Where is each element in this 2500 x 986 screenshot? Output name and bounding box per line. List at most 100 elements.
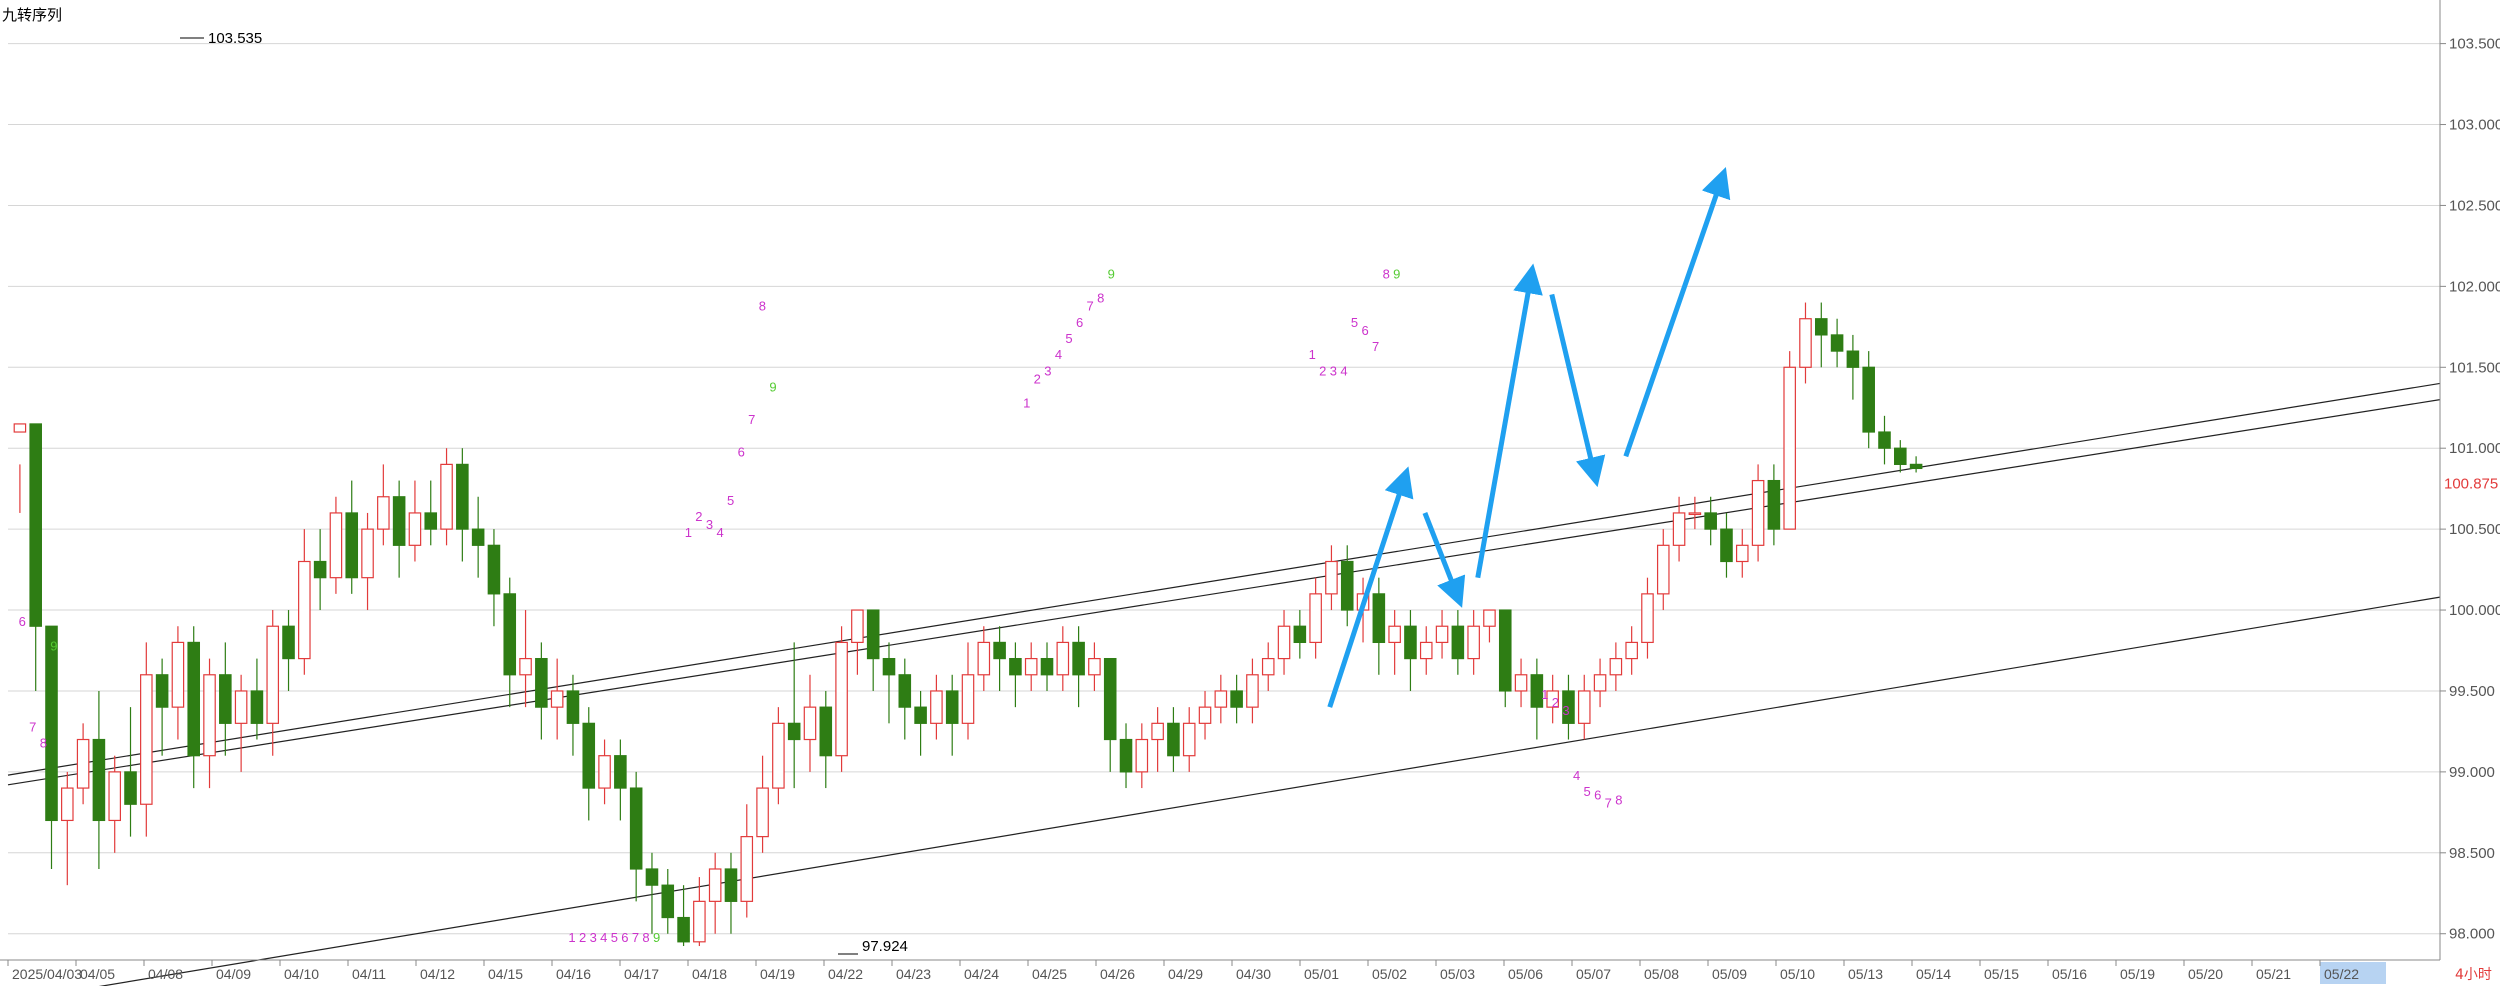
candle-body xyxy=(661,884,675,919)
candle-body xyxy=(819,706,833,757)
candle-body xyxy=(503,593,517,676)
candle-body xyxy=(1404,625,1417,660)
x-tick-label: 05/01 xyxy=(1304,966,1339,982)
candle-body xyxy=(787,722,801,741)
candle-body xyxy=(1720,528,1733,563)
x-tick-label: 04/05 xyxy=(80,966,115,982)
candle-body xyxy=(203,674,216,757)
x-tick-label: 04/25 xyxy=(1032,966,1067,982)
sequence-mark: 7 xyxy=(1087,299,1094,314)
x-tick-label: 05/14 xyxy=(1916,966,1951,982)
candle-body xyxy=(582,722,596,789)
x-tick-label: 04/11 xyxy=(352,966,386,982)
sequence-mark: 8 xyxy=(642,930,649,945)
x-tick-label: 04/26 xyxy=(1100,966,1135,982)
candle-body xyxy=(772,722,785,789)
candle-body xyxy=(1167,722,1180,757)
candle-body xyxy=(1435,625,1449,644)
candle xyxy=(1783,351,1796,530)
x-tick-label: 05/20 xyxy=(2188,966,2223,982)
candle-body xyxy=(440,463,453,530)
grid-lines xyxy=(0,0,2500,986)
sequence-mark: 6 xyxy=(1594,787,1601,802)
y-tick-label: 98.000 xyxy=(2449,926,2495,943)
sequence-mark: 8 xyxy=(759,299,766,314)
candle-body xyxy=(1815,318,1828,336)
candle-body xyxy=(487,544,501,595)
x-tick-label: 04/12 xyxy=(420,966,455,982)
sequence-mark: 7 xyxy=(29,719,36,734)
candle-body xyxy=(1419,641,1433,660)
y-tick-label: 102.500 xyxy=(2449,197,2500,214)
sequence-mark: 7 xyxy=(1605,795,1612,810)
x-tick-label: 04/16 xyxy=(556,966,591,982)
candlestick-chart[interactable]: 69781234567891 2 3 4 5 6 7 8 912345678912 3 45678 9… xyxy=(0,0,2500,986)
candle-body xyxy=(645,868,659,886)
sequence-mark: 2 xyxy=(1319,363,1326,378)
sequence-mark: 9 xyxy=(1108,266,1115,281)
candle-body xyxy=(234,690,248,724)
candle xyxy=(835,626,848,772)
candle-body xyxy=(13,423,27,433)
y-tick-label: 100.000 xyxy=(2449,602,2500,619)
candle-body xyxy=(361,528,374,579)
x-tick-label: 05/19 xyxy=(2120,966,2155,982)
y-tick-label: 103.000 xyxy=(2449,117,2500,134)
candle-body xyxy=(1483,609,1496,627)
candle-body xyxy=(108,771,121,822)
candle-body xyxy=(250,690,264,724)
candle-body xyxy=(1862,366,1875,433)
candle-body xyxy=(1293,625,1307,644)
sequence-mark: 4 xyxy=(1055,347,1062,362)
x-tick-label: 05/13 xyxy=(1848,966,1883,982)
y-tick-label: 98.500 xyxy=(2449,845,2495,862)
x-tick-label: 04/19 xyxy=(760,966,795,982)
candle-body xyxy=(566,690,580,724)
sequence-mark: 6 xyxy=(19,614,26,629)
x-tick-label: 05/06 xyxy=(1508,966,1543,982)
candle-body xyxy=(1909,463,1923,470)
candle-body xyxy=(1151,722,1164,741)
candle-body xyxy=(1009,657,1022,676)
candle-body xyxy=(1261,657,1275,676)
sequence-mark: 1 xyxy=(1541,687,1548,702)
x-tick-label: 05/15 xyxy=(1984,966,2019,982)
candle-body xyxy=(345,512,359,579)
candle-body xyxy=(1767,479,1781,530)
x-tick-label: 04/10 xyxy=(284,966,319,982)
x-tick-label: 05/10 xyxy=(1780,966,1815,982)
candle-body xyxy=(329,512,343,579)
current-price-label: 100.875 xyxy=(2444,475,2498,492)
sequence-mark: 6 xyxy=(1076,315,1083,330)
candle-body xyxy=(1103,657,1117,741)
plot-background xyxy=(0,0,2500,986)
sequence-mark: 8 xyxy=(1097,291,1104,306)
x-tick-label: 04/17 xyxy=(624,966,659,982)
sequence-mark: 6 xyxy=(738,444,745,459)
sequence-mark: 9 xyxy=(769,380,776,395)
sequence-mark: 5 xyxy=(1065,331,1072,346)
candle-body xyxy=(266,625,280,724)
candle-body xyxy=(1830,334,1844,352)
sequence-mark: 7 xyxy=(748,412,755,427)
sequence-mark: 1 xyxy=(685,525,692,540)
candle-body xyxy=(1641,593,1654,644)
x-tick-label: 04/22 xyxy=(828,966,863,982)
candle-body xyxy=(1894,447,1907,465)
sequence-mark: 2 xyxy=(1552,695,1559,710)
y-tick-label: 101.500 xyxy=(2449,359,2500,376)
candle-body xyxy=(124,771,137,805)
sequence-mark: 3 xyxy=(590,930,597,945)
candle-body xyxy=(898,674,912,708)
candle-body xyxy=(1704,512,1717,530)
candle-body xyxy=(408,512,422,546)
candle-body xyxy=(424,512,438,530)
candle-body xyxy=(945,690,959,724)
timeframe-label: 4小时 xyxy=(2455,967,2492,983)
candle-body xyxy=(835,641,848,757)
sequence-mark: 6 xyxy=(1361,323,1368,338)
candle-body xyxy=(45,625,58,822)
candle-body xyxy=(1088,657,1101,676)
candle-body xyxy=(298,560,311,660)
sequence-mark: 1 xyxy=(1309,347,1316,362)
